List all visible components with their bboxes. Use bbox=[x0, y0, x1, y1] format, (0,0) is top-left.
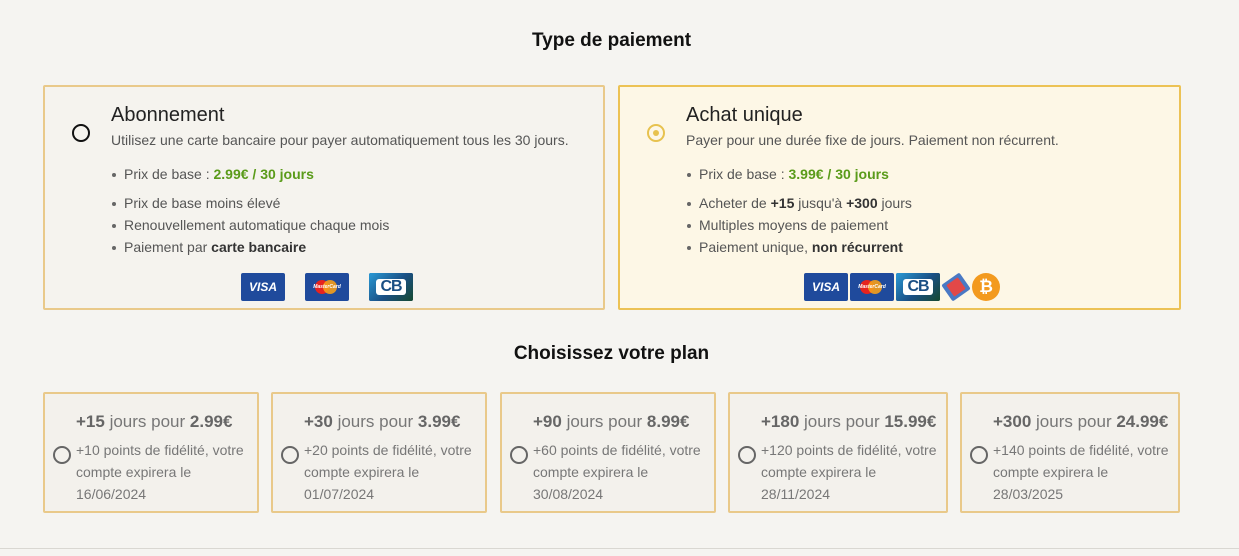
list-item: Paiement unique, non récurrent bbox=[686, 236, 912, 258]
list-item: Acheter de +15 jusqu'à +300 jours bbox=[686, 192, 912, 214]
subscription-option-card[interactable]: Abonnement Utilisez une carte bancaire p… bbox=[43, 85, 605, 310]
subscription-payment-logos: VISA MasterCard CB bbox=[241, 273, 413, 301]
plan-radio[interactable] bbox=[510, 446, 528, 464]
one-time-features: Acheter de +15 jusqu'à +300 jours Multip… bbox=[686, 192, 912, 258]
plan-expiry-date: 30/08/2024 bbox=[533, 486, 604, 502]
plan-expiry-label: compte expirera le bbox=[76, 464, 192, 480]
subscription-features: Prix de base moins élevé Renouvellement … bbox=[111, 192, 389, 258]
feature-bold-text: +15 bbox=[770, 195, 795, 211]
plan-description: +120 points de fidélité, votre compte ex… bbox=[761, 439, 937, 505]
cb-logo: CB bbox=[369, 273, 413, 301]
list-item: Renouvellement automatique chaque mois bbox=[111, 214, 389, 236]
one-time-payment-logos: VISA MasterCard CB ₿ bbox=[804, 272, 1000, 302]
feature-text: Paiement unique, bbox=[699, 239, 812, 255]
subscription-title: Abonnement bbox=[111, 104, 225, 126]
base-price-label: Prix de base : bbox=[124, 166, 214, 182]
visa-logo: VISA bbox=[241, 273, 285, 301]
plan-expiry-label: compte expirera le bbox=[304, 464, 420, 480]
cb-logo: CB bbox=[896, 273, 940, 301]
feature-text: Acheter de bbox=[699, 195, 771, 211]
one-time-title: Achat unique bbox=[686, 104, 803, 126]
base-price-value: 2.99€ / 30 jours bbox=[213, 166, 314, 182]
plan-card-300[interactable]: +300 jours pour 24.99€ +140 points de fi… bbox=[960, 392, 1180, 513]
plan-points: +10 points de fidélité, votre bbox=[76, 442, 244, 458]
visa-logo: VISA bbox=[804, 273, 848, 301]
plan-card-30[interactable]: +30 jours pour 3.99€ +20 points de fidél… bbox=[271, 392, 487, 513]
list-item: Prix de base : 3.99€ / 30 jours bbox=[686, 163, 889, 185]
subscription-base-price: Prix de base : 2.99€ / 30 jours bbox=[111, 163, 314, 185]
subscription-description: Utilisez une carte bancaire pour payer a… bbox=[111, 132, 569, 148]
feature-bold-text: carte bancaire bbox=[211, 239, 307, 255]
plan-card-90[interactable]: +90 jours pour 8.99€ +60 points de fidél… bbox=[500, 392, 716, 513]
plan-choice-title: Choisissez votre plan bbox=[513, 343, 710, 364]
plan-radio[interactable] bbox=[53, 446, 71, 464]
base-price-label: Prix de base : bbox=[699, 166, 789, 182]
plan-description: +60 points de fidélité, votre compte exp… bbox=[533, 439, 701, 505]
feature-bold-text: non récurrent bbox=[811, 239, 903, 255]
divider bbox=[0, 548, 1239, 549]
plan-description: +10 points de fidélité, votre compte exp… bbox=[76, 439, 244, 505]
list-item: Prix de base : 2.99€ / 30 jours bbox=[111, 163, 314, 185]
plan-points: +60 points de fidélité, votre bbox=[533, 442, 701, 458]
bitcoin-icon: ₿ bbox=[972, 273, 1000, 301]
plan-card-180[interactable]: +180 jours pour 15.99€ +120 points de fi… bbox=[728, 392, 948, 513]
one-time-base-price: Prix de base : 3.99€ / 30 jours bbox=[686, 163, 889, 185]
plan-title: +300 jours pour 24.99€ bbox=[993, 412, 1169, 431]
plan-expiry-label: compte expirera le bbox=[993, 464, 1109, 480]
plan-title: +15 jours pour 2.99€ bbox=[76, 412, 233, 431]
feature-text: jours bbox=[877, 195, 912, 211]
plan-radio[interactable] bbox=[970, 446, 988, 464]
list-item: Multiples moyens de paiement bbox=[686, 214, 912, 236]
plan-description: +140 points de fidélité, votre compte ex… bbox=[993, 439, 1169, 505]
plan-expiry-label: compte expirera le bbox=[533, 464, 649, 480]
payment-type-title: Type de paiement bbox=[531, 30, 692, 51]
feature-text: jusqu'à bbox=[794, 195, 847, 211]
feature-text: Paiement par bbox=[124, 239, 212, 255]
one-time-description: Payer pour une durée fixe de jours. Paie… bbox=[686, 132, 1059, 148]
plan-radio[interactable] bbox=[738, 446, 756, 464]
subscription-radio[interactable] bbox=[72, 124, 90, 142]
plan-radio[interactable] bbox=[281, 446, 299, 464]
plan-expiry-date: 28/11/2024 bbox=[761, 486, 831, 502]
one-time-radio[interactable] bbox=[647, 124, 665, 142]
plan-points: +20 points de fidélité, votre bbox=[304, 442, 472, 458]
plan-title: +30 jours pour 3.99€ bbox=[304, 412, 461, 431]
feature-bold-text: +300 bbox=[846, 195, 878, 211]
plan-title: +180 jours pour 15.99€ bbox=[761, 412, 937, 431]
plan-points: +120 points de fidélité, votre bbox=[761, 442, 937, 458]
plan-expiry-date: 28/03/2025 bbox=[993, 486, 1064, 502]
mastercard-logo: MasterCard bbox=[305, 273, 349, 301]
plan-expiry-label: compte expirera le bbox=[761, 464, 877, 480]
plan-card-15[interactable]: +15 jours pour 2.99€ +10 points de fidél… bbox=[43, 392, 259, 513]
plan-points: +140 points de fidélité, votre bbox=[993, 442, 1169, 458]
ticket-icon bbox=[940, 272, 972, 302]
plan-title: +90 jours pour 8.99€ bbox=[533, 412, 690, 431]
one-time-option-card[interactable]: Achat unique Payer pour une durée fixe d… bbox=[618, 85, 1181, 310]
list-item: Prix de base moins élevé bbox=[111, 192, 389, 214]
mastercard-logo: MasterCard bbox=[850, 273, 894, 301]
list-item: Paiement par carte bancaire bbox=[111, 236, 389, 258]
plan-expiry-date: 16/06/2024 bbox=[76, 486, 147, 502]
plan-description: +20 points de fidélité, votre compte exp… bbox=[304, 439, 472, 505]
base-price-value: 3.99€ / 30 jours bbox=[788, 166, 889, 182]
plan-expiry-date: 01/07/2024 bbox=[304, 486, 375, 502]
